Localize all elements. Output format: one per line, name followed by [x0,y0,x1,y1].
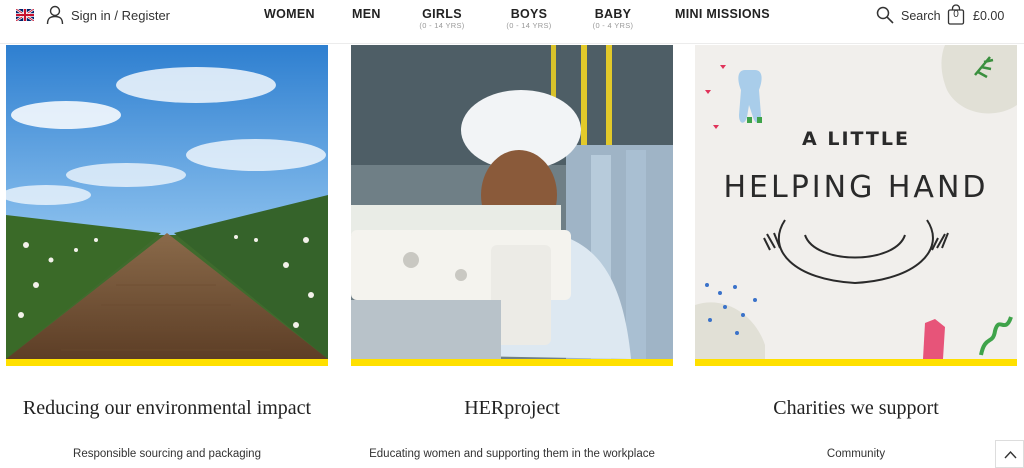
site-header: Sign in / Register WOMEN MEN GIRLS (0 - … [0,0,1024,44]
accent-bar [6,359,328,366]
card-title[interactable]: Reducing our environmental impact [0,397,337,420]
chevron-up-icon [1004,450,1017,459]
card-subtitle: Responsible sourcing and packaging [73,448,261,460]
nav-mini-missions-label: MINI MISSIONS [675,7,770,21]
nav-baby[interactable]: BABY (0 - 4 YRS) [591,7,635,31]
helping-hand-illustration[interactable]: A LITTLE HELPING HAND [695,45,1017,359]
nav-baby-age: (0 - 4 YRS) [592,21,634,30]
nav-boys-age: (0 - 14 YRS) [506,21,552,30]
nav-baby-label: BABY [594,7,632,21]
search-label[interactable]: Search [901,9,941,23]
illustration-text-2: HELPING HAND [723,170,988,205]
card-charities[interactable]: A LITTLE HELPING HAND Charities we suppo… [695,45,1017,460]
nav-men[interactable]: MEN [352,7,381,21]
nav-boys[interactable]: BOYS (0 - 14 YRS) [505,7,553,31]
bag-count: 0 [953,9,959,20]
nav-girls[interactable]: GIRLS (0 - 14 YRS) [418,7,466,31]
main-nav: WOMEN MEN GIRLS (0 - 14 YRS) BOYS (0 - 1… [0,7,1024,37]
card-subtitle: Educating women and supporting them in t… [369,448,655,460]
nav-women[interactable]: WOMEN [264,7,315,21]
bag-total[interactable]: £0.00 [973,9,1004,23]
card-title[interactable]: Charities we support [686,397,1024,420]
nav-women-label: WOMEN [264,7,315,21]
nav-girls-label: GIRLS [422,7,462,21]
card-herproject[interactable]: HERproject Educating women and supportin… [351,45,673,460]
search-icon[interactable] [876,6,894,24]
accent-bar [695,359,1017,366]
accent-bar [351,359,673,366]
nav-mini-missions[interactable]: MINI MISSIONS [675,7,770,21]
illustration-text-1: A LITTLE [802,128,910,150]
cotton-field-photo[interactable] [6,45,328,359]
card-subtitle: Community [826,448,886,460]
nav-men-label: MEN [352,7,381,21]
scroll-to-top-button[interactable] [995,440,1024,468]
nav-boys-label: BOYS [510,7,548,21]
card-title[interactable]: HERproject [342,397,682,420]
factory-worker-photo[interactable] [351,45,673,359]
card-environment[interactable]: Reducing our environmental impact Respon… [6,45,328,460]
nav-girls-age: (0 - 14 YRS) [419,21,465,30]
